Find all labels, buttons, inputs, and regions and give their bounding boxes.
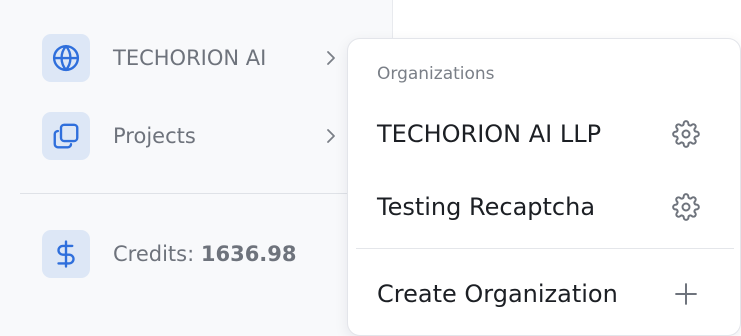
organization-item[interactable]: TECHORION AI LLP — [348, 106, 740, 162]
sidebar-item-label: Projects — [113, 124, 196, 148]
create-organization-label: Create Organization — [377, 280, 618, 308]
credits-value: 1636.98 — [200, 242, 297, 266]
sidebar: TECHORION AI Projects Credits: 1636.98 — [0, 0, 393, 336]
sidebar-item-projects[interactable]: Projects — [42, 112, 342, 160]
credits-label: Credits: 1636.98 — [113, 242, 297, 266]
create-organization-button[interactable]: Create Organization — [348, 266, 740, 322]
sidebar-item-credits[interactable]: Credits: 1636.98 — [42, 230, 342, 278]
credits-prefix: Credits: — [113, 242, 195, 266]
organization-name: TECHORION AI LLP — [377, 120, 602, 148]
organizations-dropdown: Organizations TECHORION AI LLP Testing R… — [347, 38, 741, 336]
globe-icon — [42, 34, 90, 82]
dropdown-divider — [356, 248, 734, 249]
chevron-right-icon — [327, 51, 335, 65]
plus-icon — [675, 283, 697, 305]
dropdown-heading: Organizations — [377, 64, 495, 84]
chevron-right-icon — [327, 129, 335, 143]
organization-item[interactable]: Testing Recaptcha — [348, 179, 740, 235]
gear-icon[interactable] — [672, 193, 700, 221]
organization-name: Testing Recaptcha — [377, 193, 596, 221]
gear-icon[interactable] — [672, 120, 700, 148]
sidebar-item-organization[interactable]: TECHORION AI — [42, 34, 342, 82]
dollar-icon — [42, 230, 90, 278]
folders-icon — [42, 112, 90, 160]
sidebar-item-label: TECHORION AI — [113, 46, 267, 70]
sidebar-divider — [20, 193, 393, 194]
